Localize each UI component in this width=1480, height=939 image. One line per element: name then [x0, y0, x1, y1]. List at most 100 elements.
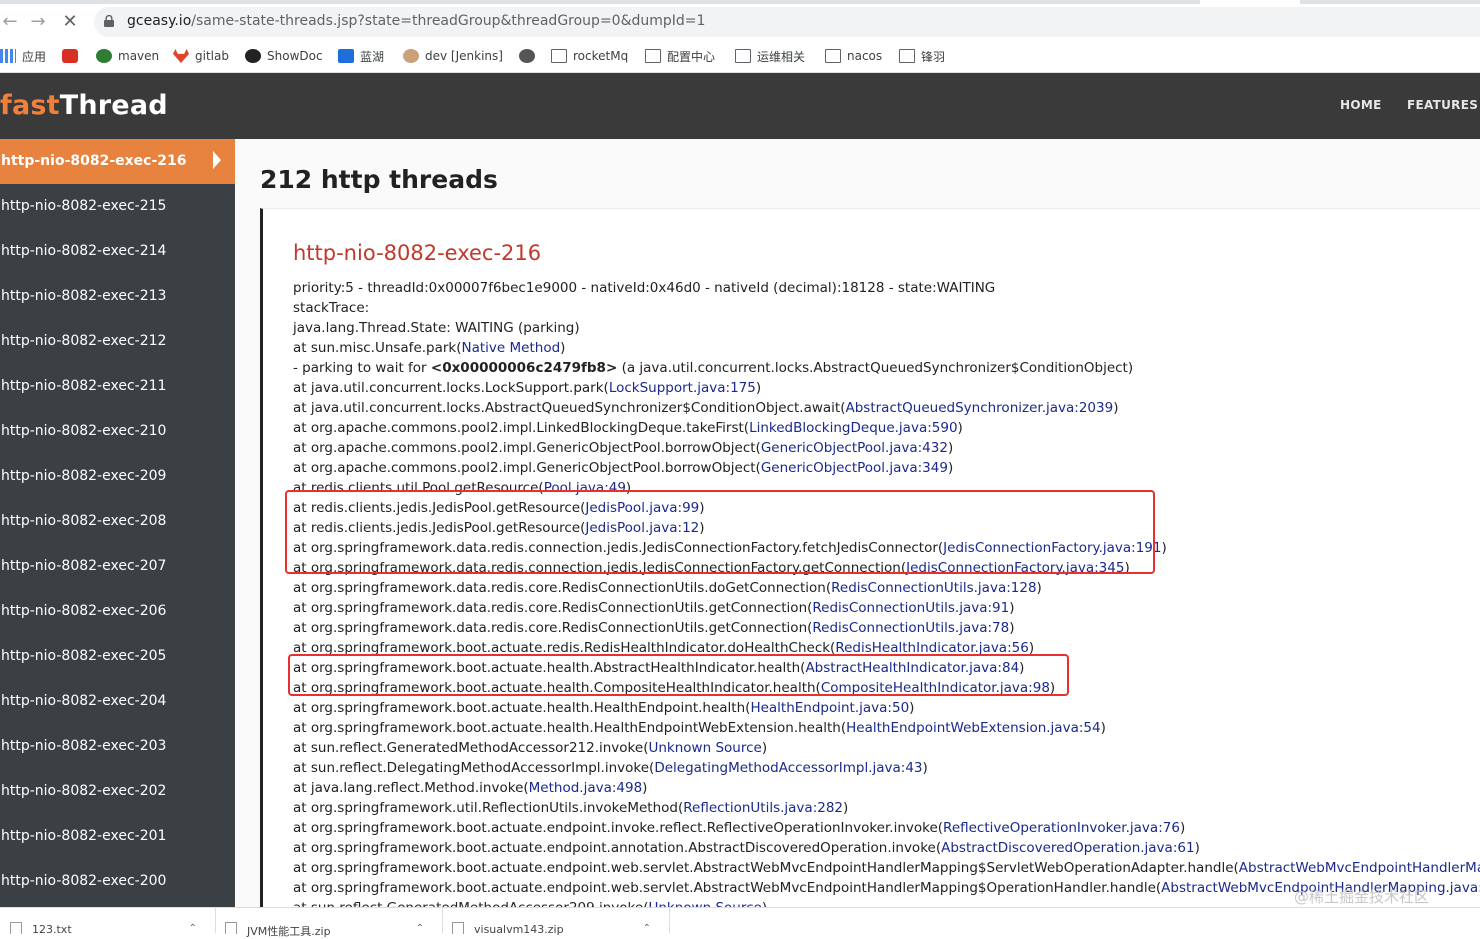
sidebar-thread-item[interactable]: http-nio-8082-exec-205 — [0, 634, 235, 679]
trace-line: - parking to wait for <0x00000006c2479fb… — [293, 360, 1134, 376]
trace-line: at org.apache.commons.pool2.impl.LinkedB… — [293, 420, 963, 436]
source-link[interactable]: Unknown Source — [648, 900, 761, 907]
bookmark-label: dev [Jenkins] — [425, 49, 503, 63]
source-link[interactable]: GenericObjectPool.java:349 — [761, 460, 948, 476]
download-name: visualvm143.zip — [474, 923, 564, 936]
source-link[interactable]: RedisConnectionUtils.java:91 — [812, 600, 1009, 616]
trace-line: at org.springframework.util.ReflectionUt… — [293, 800, 849, 816]
sidebar-thread-item[interactable]: http-nio-8082-exec-204 — [0, 679, 235, 724]
nav-home[interactable]: HOME — [1340, 98, 1382, 112]
bookmark-icon-1[interactable] — [62, 46, 84, 66]
source-link[interactable]: AbstractQueuedSynchronizer.java:2039 — [846, 400, 1114, 416]
showdoc-icon — [245, 49, 261, 63]
trace-line: at org.springframework.boot.actuate.heal… — [293, 720, 1106, 736]
url-text: gceasy.io/same-state-threads.jsp?state=t… — [127, 13, 705, 29]
source-link[interactable]: RedisConnectionUtils.java:78 — [812, 620, 1009, 636]
sidebar-thread-item[interactable]: http-nio-8082-exec-200 — [0, 859, 235, 904]
bookmark-0[interactable]: 应用 — [0, 46, 46, 66]
sidebar-thread-item[interactable]: http-nio-8082-exec-214 — [0, 229, 235, 274]
source-link[interactable]: HealthEndpoint.java:50 — [750, 700, 909, 716]
sidebar-thread-item[interactable]: http-nio-8082-exec-206 — [0, 589, 235, 634]
bookmark-label: 应用 — [22, 49, 47, 64]
file-icon — [452, 922, 464, 934]
app-header: fastThread HOME FEATURES — [0, 73, 1480, 139]
trace-line: at org.apache.commons.pool2.impl.Generic… — [293, 460, 954, 476]
bookmark-4[interactable]: ShowDoc — [245, 46, 323, 66]
sidebar-thread-item[interactable]: http-nio-8082-exec-216 — [0, 139, 235, 184]
chevron-up-icon[interactable]: ⌃ — [416, 923, 424, 934]
bookmark-3[interactable]: gitlab — [173, 46, 229, 66]
bookmark-label: ShowDoc — [267, 49, 323, 63]
source-link[interactable]: ReflectiveOperationInvoker.java:76 — [943, 820, 1180, 836]
url-field[interactable]: gceasy.io/same-state-threads.jsp?state=t… — [94, 7, 1480, 37]
bookmark-6[interactable]: dev [Jenkins] — [403, 46, 503, 66]
source-link[interactable]: GenericObjectPool.java:432 — [761, 440, 948, 456]
trace-line: priority:5 - threadId:0x00007f6bec1e9000… — [293, 280, 996, 296]
source-link[interactable]: AbstractWebMvcEndpointHandlerMappin — [1239, 860, 1480, 876]
trace-line: at org.springframework.data.redis.core.R… — [293, 600, 1015, 616]
sidebar-thread-item[interactable]: http-nio-8082-exec-202 — [0, 769, 235, 814]
trace-line: at sun.misc.Unsafe.park(Native Method) — [293, 340, 566, 356]
sidebar-thread-item[interactable]: http-nio-8082-exec-203 — [0, 724, 235, 769]
address-bar: ← → ✕ gceasy.io/same-state-threads.jsp?s… — [0, 4, 1480, 40]
bookmark-icon-7[interactable] — [519, 46, 541, 66]
sidebar-thread-item[interactable]: http-nio-8082-exec-208 — [0, 499, 235, 544]
highlight-box-health — [288, 654, 1069, 696]
sidebar-thread-item[interactable]: http-nio-8082-exec-209 — [0, 454, 235, 499]
source-link[interactable]: LinkedBlockingDeque.java:590 — [749, 420, 957, 436]
source-link[interactable]: DelegatingMethodAccessorImpl.java:43 — [654, 760, 922, 776]
trace-line: at org.apache.commons.pool2.impl.Generic… — [293, 440, 954, 456]
bookmark-label: rocketMq — [573, 49, 629, 63]
page-title: 212 http threads — [260, 165, 498, 194]
fastthread-logo[interactable]: fastThread — [0, 90, 168, 121]
url-host: gceasy.io — [127, 13, 192, 29]
bookmark-11[interactable]: nacos — [825, 46, 882, 66]
stop-loading-icon[interactable]: ✕ — [60, 12, 80, 32]
source-link[interactable]: LockSupport.java:175 — [609, 380, 756, 396]
nav-features[interactable]: FEATURES — [1407, 98, 1478, 112]
source-link[interactable]: AbstractDiscoveredOperation.java:61 — [941, 840, 1194, 856]
sidebar-thread-item[interactable]: http-nio-8082-exec-212 — [0, 319, 235, 364]
sidebar-thread-item[interactable]: http-nio-8082-exec-207 — [0, 544, 235, 589]
download-item[interactable]: visualvm143.zip ⌃ — [442, 908, 670, 936]
folder-icon — [825, 49, 841, 63]
bookmark-label: gitlab — [195, 49, 229, 63]
folder-icon — [899, 49, 915, 63]
bookmark-5[interactable]: 蓝湖 — [338, 46, 384, 66]
url-path: /same-state-threads.jsp?state=threadGrou… — [191, 13, 706, 29]
watermark: @稀土掘金技术社区 — [1294, 888, 1430, 906]
sidebar-thread-item[interactable]: http-nio-8082-exec-211 — [0, 364, 235, 409]
chevron-up-icon[interactable]: ⌃ — [189, 923, 197, 934]
chevron-up-icon[interactable]: ⌃ — [643, 923, 651, 934]
source-link[interactable]: Unknown Source — [648, 740, 761, 756]
bookmark-label: 运维相关 — [757, 49, 806, 64]
file-icon — [10, 922, 22, 934]
sidebar-thread-item[interactable]: http-nio-8082-exec-213 — [0, 274, 235, 319]
forward-arrow-icon[interactable]: → — [28, 12, 48, 32]
sidebar-thread-item[interactable]: http-nio-8082-exec-201 — [0, 814, 235, 859]
source-link[interactable]: HealthEndpointWebExtension.java:54 — [846, 720, 1100, 736]
download-name: JVM性能工具.zip — [247, 925, 331, 938]
download-item[interactable]: JVM性能工具.zip ⌃ — [215, 908, 443, 938]
bookmark-12[interactable]: 锋羽 — [899, 46, 945, 66]
sidebar-thread-item[interactable]: http-nio-8082-exec-215 — [0, 184, 235, 229]
source-link[interactable]: Method.java:498 — [529, 780, 643, 796]
gitlab-fox-icon — [173, 49, 189, 63]
bookmark-2[interactable]: maven — [96, 46, 159, 66]
bookmark-8[interactable]: rocketMq — [551, 46, 628, 66]
back-arrow-icon[interactable]: ← — [0, 12, 20, 32]
source-link[interactable]: ReflectionUtils.java:282 — [683, 800, 843, 816]
logo-thread: Thread — [59, 90, 168, 121]
sidebar-thread-item[interactable]: http-nio-8082-exec-210 — [0, 409, 235, 454]
bookmark-9[interactable]: 配置中心 — [645, 46, 715, 66]
source-link[interactable]: Native Method — [462, 340, 561, 356]
bookmark-label: maven — [118, 49, 160, 63]
trace-line: at sun.reflect.DelegatingMethodAccessorI… — [293, 760, 928, 776]
source-link[interactable]: RedisConnectionUtils.java:128 — [831, 580, 1036, 596]
bookmark-10[interactable]: 运维相关 — [735, 46, 805, 66]
folder-icon — [735, 49, 751, 63]
maven-hexagon-icon — [96, 49, 112, 63]
thread-detail-panel: http-nio-8082-exec-216 priority:5 - thre… — [260, 208, 1480, 907]
bookmark-label: nacos — [847, 49, 883, 63]
download-item[interactable]: 123.txt ⌃ — [0, 908, 216, 936]
